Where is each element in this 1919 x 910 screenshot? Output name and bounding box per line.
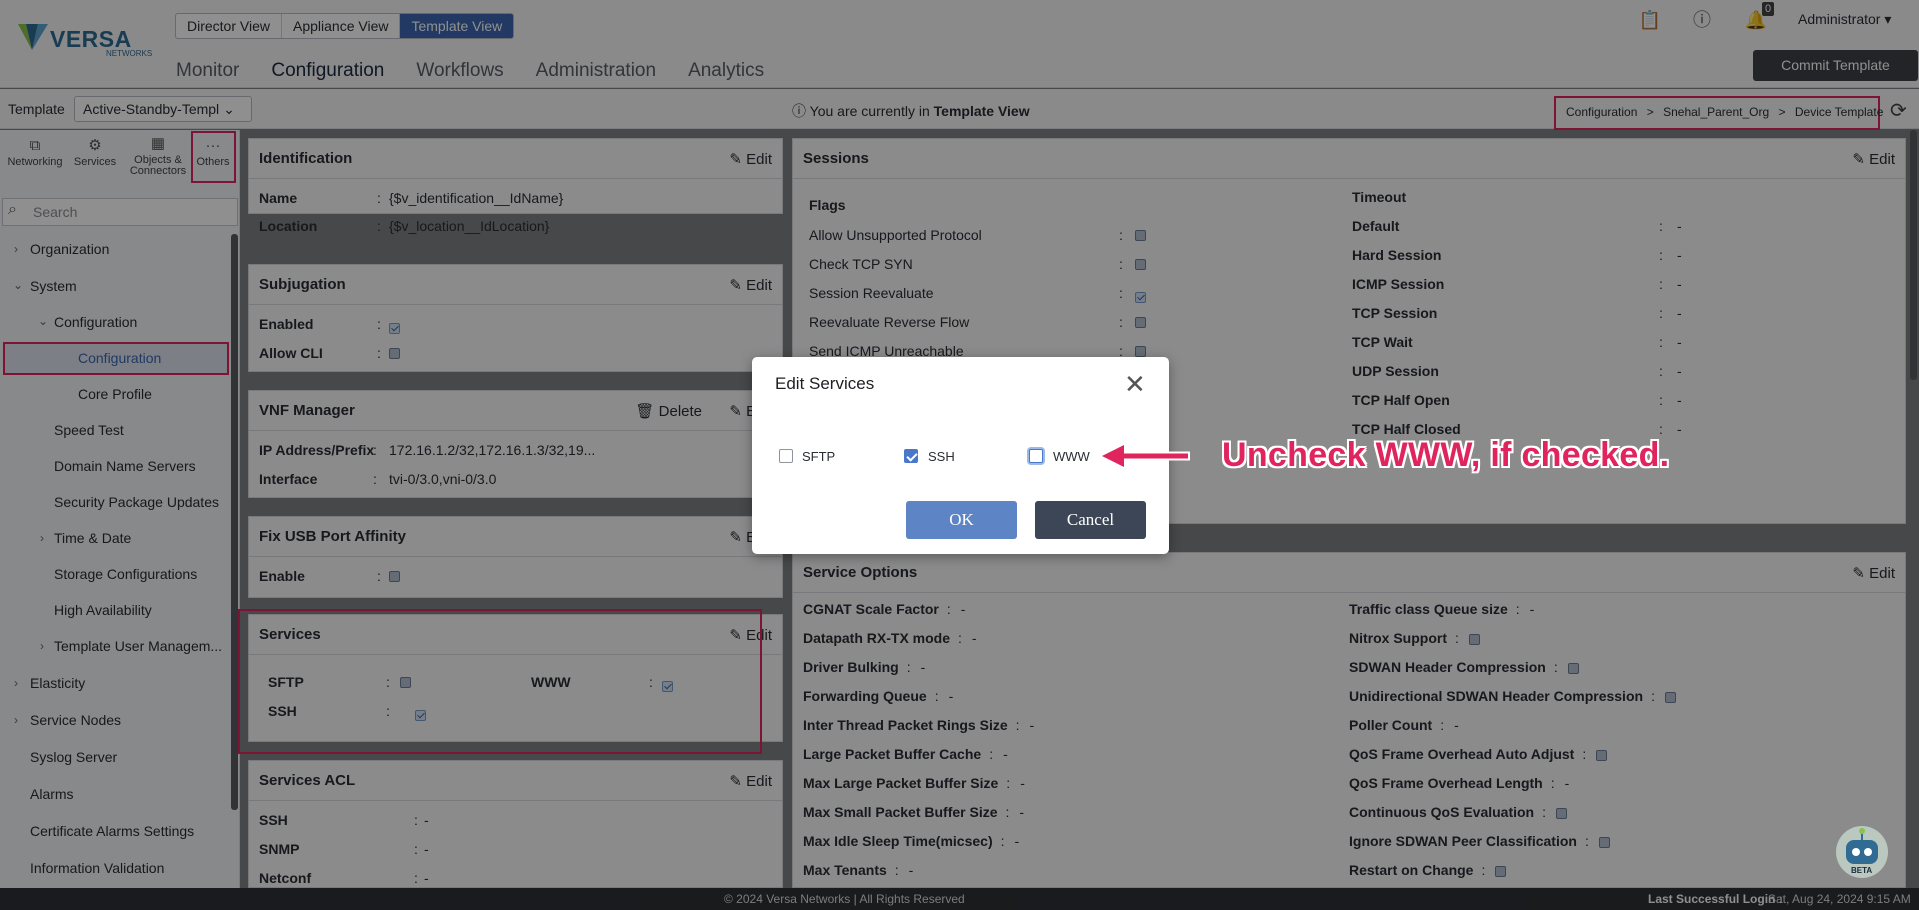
www-checkbox[interactable]: [1029, 449, 1043, 463]
cancel-button[interactable]: Cancel: [1035, 501, 1146, 539]
www-label: WWW: [1053, 449, 1090, 464]
close-icon[interactable]: ✕: [1124, 369, 1146, 400]
ssh-checkbox[interactable]: [904, 449, 918, 463]
modal-title: Edit Services: [775, 374, 875, 393]
sftp-label: SFTP: [802, 449, 836, 464]
ssh-label: SSH: [928, 449, 955, 464]
annotation-text: Uncheck WWW, if checked.: [1222, 436, 1670, 474]
ok-button[interactable]: OK: [906, 501, 1017, 539]
bot-badge: BETA: [1851, 866, 1873, 875]
sftp-checkbox[interactable]: [779, 449, 793, 463]
annotation-arrow-icon: [1098, 441, 1190, 470]
